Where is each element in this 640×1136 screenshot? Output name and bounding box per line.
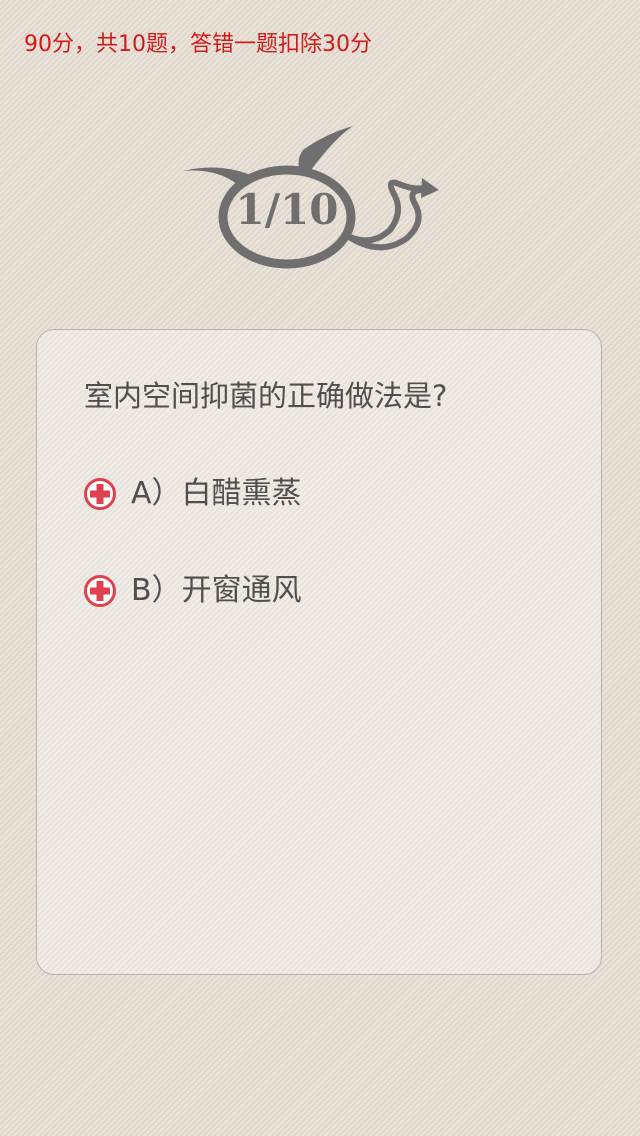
question-card: 室内空间抑菌的正确做法是? A）白醋熏蒸 B）开窗通风 xyxy=(36,329,602,975)
score-rule-text: 90分，共10题，答错一题扣除30分 xyxy=(24,32,372,57)
option-a[interactable]: A）白醋熏蒸 xyxy=(83,472,302,516)
option-b-label: B）开窗通风 xyxy=(131,573,302,608)
option-a-label: A）白醋熏蒸 xyxy=(131,476,302,511)
plus-circle-icon xyxy=(84,575,116,607)
question-progress: 1/10 xyxy=(235,185,339,234)
question-text: 室内空间抑菌的正确做法是? xyxy=(84,379,448,413)
progress-badge: 1/10 xyxy=(175,118,455,286)
plus-circle-icon xyxy=(84,478,116,510)
option-b[interactable]: B）开窗通风 xyxy=(83,569,302,613)
